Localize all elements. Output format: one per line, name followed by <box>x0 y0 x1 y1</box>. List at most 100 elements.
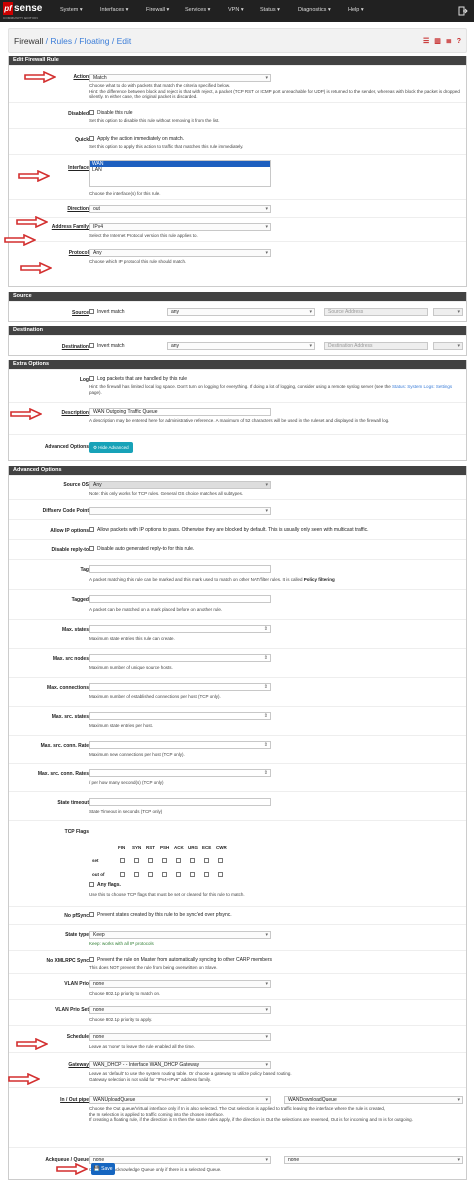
interface-listbox[interactable]: WAN LAN <box>89 160 271 187</box>
tcp-flag-psh-label: PSH <box>160 845 170 850</box>
max-src-conn-rates-input[interactable] <box>89 769 271 777</box>
max-src-nodes-input[interactable] <box>89 654 271 662</box>
queue-select[interactable]: none <box>284 1156 463 1164</box>
nav-system[interactable]: System ▾ <box>60 7 83 13</box>
nav-help[interactable]: Help ▾ <box>348 7 364 13</box>
tcp-flag-rst-set-checkbox[interactable] <box>148 858 153 863</box>
tcp-flag-cwr-set-checkbox[interactable] <box>218 858 223 863</box>
direction-select[interactable]: out <box>89 205 271 213</box>
gateway-help: Leave as 'default' to use the system rou… <box>89 1071 292 1082</box>
max-src-states-label: Max. src. states <box>51 714 89 720</box>
breadcrumb-rules[interactable]: Rules <box>50 36 72 46</box>
tcp-flag-urg-outof-checkbox[interactable] <box>190 872 195 877</box>
state-type-help: Keep: works with all IP protocols <box>89 941 154 946</box>
tcp-flag-ece-outof-checkbox[interactable] <box>204 872 209 877</box>
tcp-flag-cwr-label: CWR <box>216 845 227 850</box>
max-src-states-input[interactable] <box>89 712 271 720</box>
source-type-select[interactable]: any <box>167 308 315 316</box>
max-src-conn-rate-input[interactable] <box>89 741 271 749</box>
tag-input[interactable] <box>89 565 271 573</box>
tcp-flag-cwr-outof-checkbox[interactable] <box>218 872 223 877</box>
source-invert-checkbox[interactable]: Invert match <box>89 309 125 315</box>
source-os-select[interactable]: Any <box>89 481 271 489</box>
tcp-flag-urg-label: URG <box>188 845 198 850</box>
quick-checkbox[interactable]: Apply the action immediately on match. <box>89 136 184 142</box>
gateway-select[interactable]: WAN_DHCP - - Interface WAN_DHCP Gateway <box>89 1061 271 1069</box>
vlan-prio-set-select[interactable]: none <box>89 1006 271 1014</box>
breadcrumb-firewall: Firewall <box>14 36 44 46</box>
schedule-select[interactable]: none <box>89 1033 271 1041</box>
breadcrumb-floating[interactable]: Floating <box>79 36 109 46</box>
breadcrumb-edit[interactable]: Edit <box>117 36 132 46</box>
address-family-select[interactable]: IPv4 <box>89 223 271 231</box>
max-src-nodes-label: Max. src nodes <box>52 656 89 662</box>
max-connections-input[interactable] <box>89 683 271 691</box>
hide-advanced-button[interactable]: ⚙ Hide Advanced <box>89 442 133 453</box>
tcp-flag-psh-set-checkbox[interactable] <box>162 858 167 863</box>
destination-mask-select[interactable] <box>433 342 463 350</box>
tcp-flag-ece-set-checkbox[interactable] <box>204 858 209 863</box>
tcp-flag-syn-outof-checkbox[interactable] <box>134 872 139 877</box>
no-xmlrpc-checkbox[interactable]: Prevent the rule on Master from automati… <box>89 957 272 963</box>
disable-reply-to-checkbox[interactable]: Disable auto generated reply-to for this… <box>89 546 194 552</box>
pfsense-logo[interactable]: pf sense COMMUNITY EDITION <box>3 2 49 20</box>
max-src-conn-rate-label: Max. src. conn. Rate <box>40 743 89 749</box>
source-os-label: Source OS <box>63 482 89 488</box>
nav-diagnostics[interactable]: Diagnostics ▾ <box>298 7 331 13</box>
no-xmlrpc-help: This does NOT prevent the rule from bein… <box>89 965 218 970</box>
list-icon[interactable]: ≣ <box>446 38 452 45</box>
log-checkbox[interactable]: Log packets that are handled by this rul… <box>89 376 187 382</box>
arrow-save <box>56 1163 88 1175</box>
source-mask-select[interactable] <box>433 308 463 316</box>
nav-interfaces[interactable]: Interfaces ▾ <box>100 7 128 13</box>
nav-services[interactable]: Services ▾ <box>185 7 210 13</box>
action-help: Choose what to do with packets that matc… <box>89 83 460 100</box>
allow-ip-options-checkbox[interactable]: Allow packets with IP options to pass. O… <box>89 527 369 533</box>
tcp-flag-rst-outof-checkbox[interactable] <box>148 872 153 877</box>
logout-icon[interactable] <box>458 6 468 16</box>
tcp-flags-label: TCP Flags <box>64 829 89 835</box>
tcp-flag-fin-outof-checkbox[interactable] <box>120 872 125 877</box>
advanced-options-header: Advanced Options <box>9 466 466 475</box>
destination-invert-checkbox[interactable]: Invert match <box>89 343 125 349</box>
nav-vpn[interactable]: VPN ▾ <box>228 7 244 13</box>
diffserv-select[interactable] <box>89 507 271 515</box>
in-pipe-select[interactable]: WANUploadQueue <box>89 1096 271 1104</box>
state-timeout-input[interactable] <box>89 798 271 806</box>
top-navbar: pf sense COMMUNITY EDITION System ▾ Inte… <box>0 0 474 22</box>
source-address-input[interactable]: Source Address <box>324 308 428 316</box>
tcp-flag-syn-set-checkbox[interactable] <box>134 858 139 863</box>
any-flags-checkbox[interactable]: Any flags. <box>89 882 121 888</box>
destination-type-select[interactable]: any <box>167 342 315 350</box>
destination-panel: Destination Destination Invert match any… <box>8 326 467 356</box>
vlan-prio-select[interactable]: none <box>89 980 271 988</box>
state-type-select[interactable]: Keep <box>89 931 271 939</box>
out-pipe-select[interactable]: WANDownloadQueue <box>284 1096 463 1104</box>
tcp-flag-psh-outof-checkbox[interactable] <box>162 872 167 877</box>
save-button[interactable]: 💾 Save <box>91 1163 115 1175</box>
nav-firewall[interactable]: Firewall ▾ <box>146 7 169 13</box>
extra-options-panel: Extra Options Log Log packets that are h… <box>8 360 467 461</box>
nav-status[interactable]: Status ▾ <box>260 7 280 13</box>
disabled-checkbox[interactable]: Disable this rule <box>89 110 133 116</box>
max-states-input[interactable] <box>89 625 271 633</box>
interface-option-lan[interactable]: LAN <box>90 167 270 173</box>
action-select[interactable]: Match <box>89 74 271 82</box>
destination-header: Destination <box>9 326 466 335</box>
chart-icon[interactable]: ▥ <box>434 38 441 45</box>
tcp-flag-ack-outof-checkbox[interactable] <box>176 872 181 877</box>
system-logs-link[interactable]: Status: System Logs: Settings <box>392 384 452 389</box>
destination-address-input[interactable]: Destination Address <box>324 342 428 350</box>
tagged-input[interactable] <box>89 595 271 603</box>
description-input[interactable]: WAN Outgoing Traffic Queue <box>89 408 271 416</box>
tcp-flag-urg-set-checkbox[interactable] <box>190 858 195 863</box>
state-timeout-help: State Timeout in seconds (TCP only) <box>89 809 163 814</box>
ackqueue-select[interactable]: none <box>89 1156 271 1164</box>
no-pfsync-checkbox[interactable]: Prevent states created by this rule to b… <box>89 912 232 918</box>
tcp-flag-ack-set-checkbox[interactable] <box>176 858 181 863</box>
protocol-select[interactable]: Any <box>89 249 271 257</box>
sliders-icon[interactable]: ☰ <box>423 38 429 45</box>
help-icon[interactable]: ? <box>457 38 461 45</box>
gateway-label: Gateway <box>68 1062 89 1068</box>
tcp-flag-fin-set-checkbox[interactable] <box>120 858 125 863</box>
